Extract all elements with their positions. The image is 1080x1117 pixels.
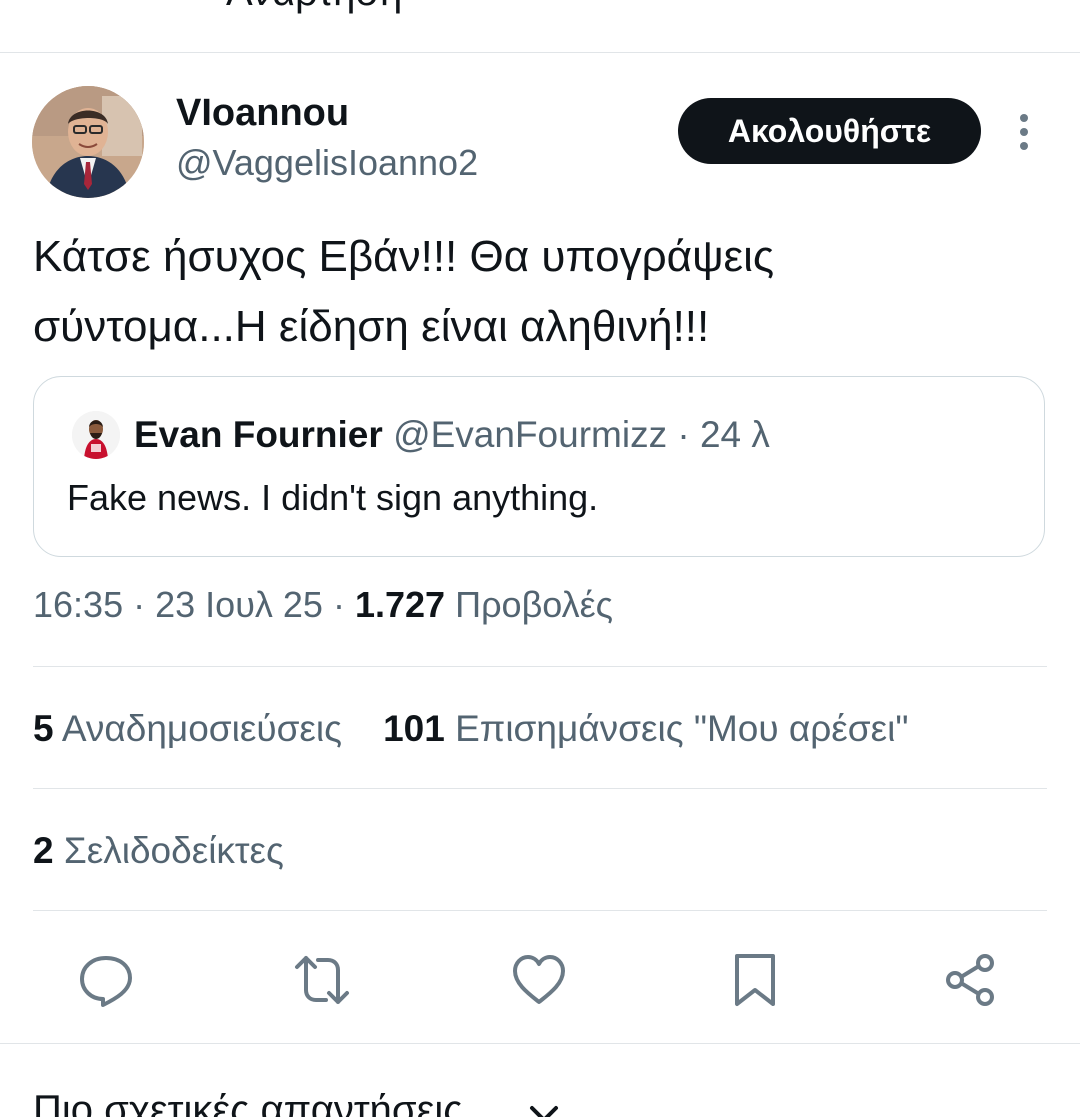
separator-dot: · — [332, 584, 345, 625]
engagement-stats: 5 Αναδημοσιεύσεις 101 Επισημάνσεις "Μου … — [33, 708, 909, 750]
tweet-meta: 16:35 · 23 Ιουλ 25 · 1.727 Προβολές — [33, 584, 613, 626]
bookmarks-stat[interactable]: 2 Σελιδοδείκτες — [33, 830, 284, 872]
likes-stat[interactable]: 101 Επισημάνσεις "Μου αρέσει" — [383, 708, 908, 749]
likes-label: Επισημάνσεις "Μου αρέσει" — [455, 708, 909, 749]
author-display-name[interactable]: VIoannou — [176, 92, 349, 135]
quoted-author-name: Evan Fournier — [134, 414, 383, 455]
separator-dot: · — [677, 414, 690, 455]
bookmarks-label: Σελιδοδείκτες — [63, 830, 284, 871]
reposts-stat[interactable]: 5 Αναδημοσιεύσεις — [33, 708, 342, 749]
quoted-author-avatar — [72, 411, 120, 459]
views-label: Προβολές — [455, 584, 614, 625]
reposts-label: Αναδημοσιεύσεις — [61, 708, 342, 749]
quoted-author-handle: @EvanFourmizz — [393, 414, 668, 455]
actions-divider — [0, 1043, 1080, 1044]
tweet-date[interactable]: 23 Ιουλ 25 — [155, 584, 323, 625]
quoted-tweet-age: 24 λ — [699, 414, 770, 455]
likes-count: 101 — [383, 708, 445, 749]
profile-photo-icon — [72, 411, 120, 459]
chevron-down-icon — [530, 1106, 558, 1117]
tweet-time[interactable]: 16:35 — [33, 584, 123, 625]
stats-divider-bottom — [33, 910, 1047, 911]
page-title: Ανάρτηση — [226, 0, 402, 15]
tweet-text: Κάτσε ήσυχος Εβάν!!! Θα υπογράψεις σύντο… — [33, 222, 1043, 362]
stats-divider-middle — [33, 788, 1047, 789]
quoted-tweet-card[interactable]: Evan Fournier @EvanFourmizz · 24 λ Fake … — [33, 376, 1045, 557]
like-icon[interactable] — [509, 950, 569, 1010]
header-divider — [0, 52, 1080, 53]
share-icon[interactable] — [941, 950, 1001, 1010]
top-header-cut: Ανάρτηση — [0, 0, 1080, 52]
tweet-text-line-2: σύντομα...Η είδηση είναι αληθινή!!! — [33, 302, 710, 351]
replies-sort-label: Πιο σχετικές απαντήσεις — [33, 1088, 463, 1117]
repost-icon[interactable] — [292, 950, 352, 1010]
author-avatar[interactable] — [32, 86, 144, 198]
reply-icon[interactable] — [76, 950, 136, 1010]
views-count: 1.727 — [354, 584, 446, 625]
replies-sort-selector[interactable]: Πιο σχετικές απαντήσεις — [0, 1080, 1080, 1117]
stats-divider-top — [33, 666, 1047, 667]
separator-dot: · — [133, 584, 146, 625]
bookmarks-count: 2 — [33, 830, 54, 871]
profile-photo-icon — [32, 86, 144, 198]
tweet-text-line-1: Κάτσε ήσυχος Εβάν!!! Θα υπογράψεις — [33, 232, 775, 281]
bookmark-icon[interactable] — [725, 950, 785, 1010]
reposts-count: 5 — [33, 708, 54, 749]
quoted-tweet-header: Evan Fournier @EvanFourmizz · 24 λ — [134, 411, 770, 459]
quoted-tweet-text: Fake news. I didn't sign anything. — [67, 477, 599, 518]
author-handle[interactable]: @VaggelisIoanno2 — [176, 142, 478, 184]
follow-button[interactable]: Ακολουθήστε — [678, 98, 981, 164]
vertical-dots-icon[interactable] — [1006, 108, 1042, 156]
